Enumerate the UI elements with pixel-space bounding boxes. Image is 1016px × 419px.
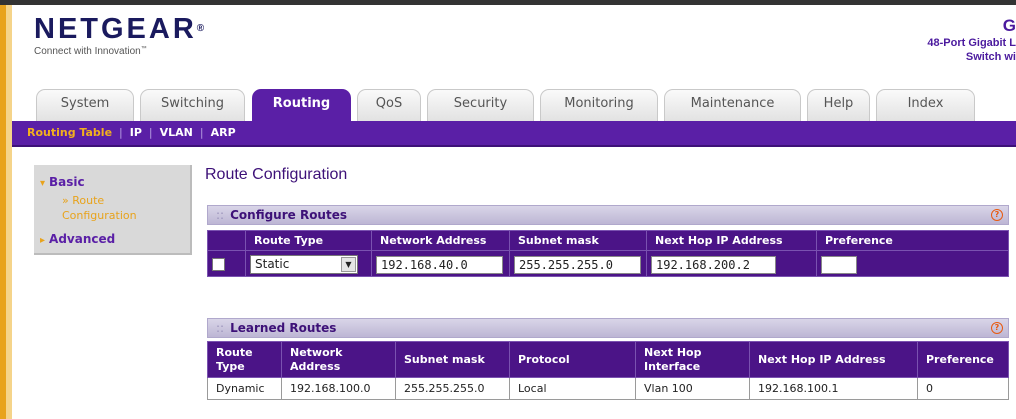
tab-security[interactable]: Security (427, 89, 534, 121)
subnav-arp[interactable]: ARP (211, 126, 236, 139)
tagline: Connect with Innovation™ (34, 46, 147, 57)
column-header: Preference (917, 341, 1009, 378)
product-title-line0: G (1002, 16, 1016, 35)
tab-maintenance[interactable]: Maintenance (664, 89, 801, 121)
tagline-text: Connect with Innovation (34, 46, 141, 57)
logo-registered-mark: ® (196, 23, 205, 34)
table-cell: 255.255.255.0 (395, 377, 510, 400)
section-title: Configure Routes (230, 208, 347, 222)
column-header: Route Type (207, 341, 282, 378)
tab-label: Monitoring (564, 96, 634, 111)
sidebar-item-label: Basic (49, 175, 85, 189)
grip-icon: :: (216, 208, 225, 222)
tab-label: Security (453, 96, 508, 111)
tab-system[interactable]: System (36, 89, 134, 121)
table-row: Static ▼ (207, 250, 1009, 277)
sidebar-item-basic[interactable]: ▾ Basic (40, 175, 85, 189)
help-icon[interactable]: ? (991, 322, 1003, 334)
sidebar: ▾ Basic » Route Configuration ▸ Advanced (34, 165, 192, 255)
sidebar-item-label: Advanced (49, 232, 116, 246)
subnav-vlan[interactable]: VLAN (160, 126, 193, 139)
route-type-value: Static (255, 256, 290, 271)
page-title: Route Configuration (205, 166, 348, 183)
subnet-mask-input[interactable] (514, 255, 641, 274)
learned-routes-header: :: Learned Routes ? (207, 318, 1009, 338)
table-cell: Local (509, 377, 636, 400)
column-header: Protocol (509, 341, 636, 378)
tab-label: Switching (160, 96, 225, 111)
chevron-down-icon: ▾ (40, 178, 46, 189)
table-header-row: Route Type Network Address Subnet mask N… (207, 230, 1009, 251)
table-cell: Dynamic (207, 377, 282, 400)
tab-label: System (60, 96, 110, 111)
sub-navigation: Routing Table | IP | VLAN | ARP (12, 121, 1016, 147)
subnav-separator: | (148, 126, 153, 139)
table-cell: 0 (917, 377, 1009, 400)
top-border (0, 0, 1016, 5)
column-header-select (207, 230, 246, 251)
product-title-line2: Switch wi (965, 51, 1016, 63)
column-header: Preference (816, 230, 1009, 251)
chevron-down-icon: ▼ (341, 256, 356, 272)
column-header: Network Address (371, 230, 510, 251)
product-title-line1: 48-Port Gigabit L (927, 37, 1016, 49)
select-checkbox[interactable] (212, 258, 225, 271)
route-type-select[interactable]: Static ▼ (250, 254, 358, 274)
tab-label: Maintenance (690, 96, 775, 111)
preference-cell (816, 250, 1009, 277)
route-type-cell: Static ▼ (245, 250, 372, 277)
subnav-links: Routing Table | IP | VLAN | ARP (27, 126, 236, 139)
left-accent-stripe-light (6, 5, 12, 419)
tagline-trademark: ™ (140, 46, 147, 52)
tab-label: QoS (375, 96, 403, 111)
network-address-cell (371, 250, 510, 277)
configure-routes-header: :: Configure Routes ? (207, 205, 1009, 225)
column-header: Network Address (281, 341, 396, 378)
select-cell (207, 250, 246, 277)
netgear-logo: NETGEAR® (34, 14, 204, 44)
tab-help[interactable]: Help (807, 89, 870, 121)
help-icon[interactable]: ? (991, 209, 1003, 221)
next-hop-cell (646, 250, 817, 277)
tab-label: Index (907, 96, 944, 111)
column-header: Subnet mask (509, 230, 647, 251)
column-header: Route Type (245, 230, 372, 251)
subnav-separator: | (199, 126, 204, 139)
product-title: G 48-Port Gigabit L Switch wi (906, 16, 1016, 64)
column-header: Next Hop IP Address (749, 341, 918, 378)
sidebar-item-route-configuration[interactable]: » Route Configuration (62, 193, 182, 223)
tab-index[interactable]: Index (876, 89, 975, 121)
subnav-separator: | (119, 126, 123, 139)
table-row: Dynamic 192.168.100.0 255.255.255.0 Loca… (207, 377, 1009, 400)
grip-icon: :: (216, 321, 225, 335)
column-header: Subnet mask (395, 341, 510, 378)
sidebar-item-advanced[interactable]: ▸ Advanced (40, 232, 115, 246)
next-hop-ip-input[interactable] (651, 255, 776, 274)
tab-label: Routing (272, 96, 331, 111)
table-cell: 192.168.100.1 (749, 377, 918, 400)
section-title: Learned Routes (230, 321, 337, 335)
logo-text: NETGEAR (34, 13, 197, 45)
tab-qos[interactable]: QoS (357, 89, 421, 121)
subnav-ip[interactable]: IP (130, 126, 142, 139)
subnav-routing-table[interactable]: Routing Table (27, 126, 112, 139)
tab-switching[interactable]: Switching (140, 89, 245, 121)
tab-monitoring[interactable]: Monitoring (540, 89, 658, 121)
column-header: Next Hop Interface (635, 341, 750, 378)
table-header-row: Route Type Network Address Subnet mask P… (207, 341, 1009, 378)
table-cell: 192.168.100.0 (281, 377, 396, 400)
tab-routing[interactable]: Routing (252, 89, 351, 121)
column-header: Next Hop IP Address (646, 230, 817, 251)
preference-input[interactable] (821, 255, 857, 274)
sidebar-item-label: » Route Configuration (62, 194, 137, 222)
tab-label: Help (823, 96, 854, 111)
subnet-mask-cell (509, 250, 647, 277)
configure-routes-table: Route Type Network Address Subnet mask N… (207, 230, 1009, 277)
learned-routes-table: Route Type Network Address Subnet mask P… (207, 341, 1009, 400)
chevron-right-icon: ▸ (40, 235, 46, 246)
network-address-input[interactable] (376, 255, 503, 274)
table-cell: Vlan 100 (635, 377, 750, 400)
